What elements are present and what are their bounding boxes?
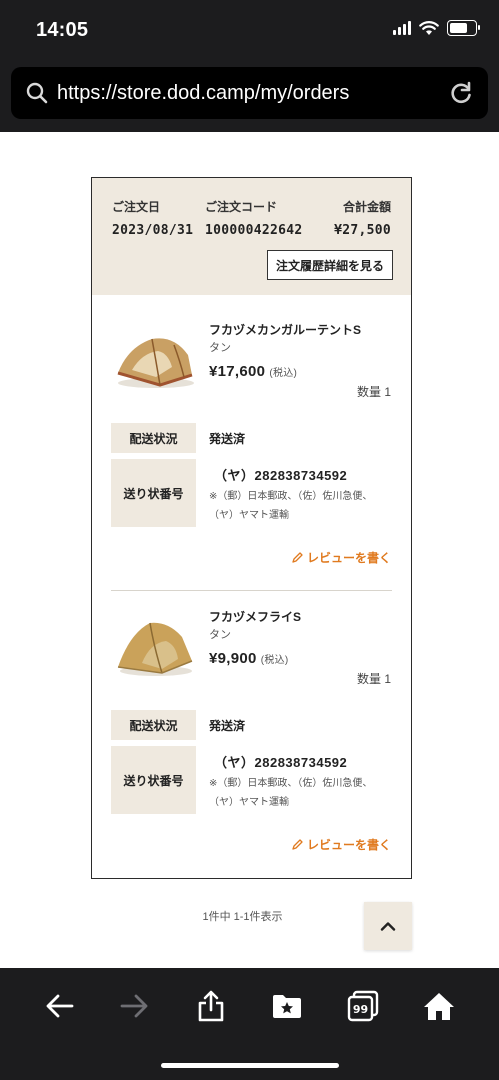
product-price: ¥17,600 (税込) [209,363,297,380]
product-image-fly[interactable] [112,613,198,683]
write-review-link[interactable]: レビューを書く [292,549,391,566]
carrier-note: ※（郵）日本郵政、（佐）佐川急便、（ヤ）ヤマト運輸 [209,491,373,521]
home-button[interactable] [421,988,457,1024]
product-quantity: 数量 1 [356,385,391,399]
order-total-value: ¥27,500 [334,223,391,238]
home-indicator [161,1063,339,1068]
address-bar[interactable]: https://store.dod.camp/my/orders [11,67,488,119]
order-date-label: ご注文日 [112,200,161,214]
pencil-icon [292,552,303,563]
order-code-value: 100000422642 [205,223,303,238]
url-text[interactable]: https://store.dod.camp/my/orders [57,82,448,105]
wifi-icon [419,20,439,35]
product-name[interactable]: フカヅメカンガルーテントS [209,321,361,338]
order-card: ご注文日 2023/08/31 ご注文コード 100000422642 合計金額… [91,177,412,879]
forward-button[interactable] [117,988,153,1024]
tracking-number: （ヤ）282838734592 [214,755,348,770]
browser-toolbar: 99 [0,968,499,1080]
tracking-number-label: 送り状番号 [111,459,196,527]
share-icon [198,990,224,1022]
product-color: タン [209,629,231,641]
write-review-label: レビューを書く [306,551,391,565]
product-quantity: 数量 1 [356,672,391,686]
tax-label: (税込) [260,655,289,666]
order-code-label: ご注文コード [205,200,278,214]
back-icon [46,994,74,1018]
carrier-note: ※（郵）日本郵政、（佐）佐川急便、（ヤ）ヤマト運輸 [209,778,373,808]
status-time: 14:05 [36,19,89,41]
order-item: フカヅメフライS タン ¥9,900 (税込) 数量 1 配送状況 発送済 送り状… [92,591,411,878]
write-review-label: レビューを書く [306,838,391,852]
back-button[interactable] [41,988,77,1024]
order-header: ご注文日 2023/08/31 ご注文コード 100000422642 合計金額… [92,178,411,295]
signal-icon [393,21,411,35]
shipping-status-value: 発送済 [209,719,246,733]
write-review-link[interactable]: レビューを書く [292,836,391,853]
svg-text:99: 99 [353,1003,368,1016]
status-icons [393,20,480,36]
tabs-icon: 99 [347,990,379,1022]
order-total-label: 合計金額 [342,200,391,214]
shipping-status-label: 配送状況 [111,710,196,740]
pencil-icon [292,839,303,850]
tax-label: (税込) [269,368,298,379]
bookmarks-icon [273,995,301,1018]
scroll-to-top-button[interactable] [364,902,412,950]
shipping-status-value: 発送済 [209,432,246,446]
status-bar: 14:05 [0,0,499,62]
share-button[interactable] [193,988,229,1024]
tracking-number: （ヤ）282838734592 [214,468,348,483]
order-date: ご注文日 2023/08/31 [112,198,193,238]
forward-icon [120,994,148,1018]
browser-address-area: https://store.dod.camp/my/orders [0,62,499,132]
order-date-value: 2023/08/31 [112,223,194,238]
home-icon [424,993,454,1020]
order-code: ご注文コード 100000422642 [205,198,303,238]
bookmarks-button[interactable] [269,988,305,1024]
product-color: タン [209,342,231,354]
pagination-text: 1件中 1-1件表示 [202,911,283,923]
price-value: ¥9,900 [209,650,257,667]
order-total: 合計金額 ¥27,500 [334,198,391,238]
product-image-tent[interactable] [112,325,198,395]
chevron-up-icon [380,922,396,931]
product-price: ¥9,900 (税込) [209,650,289,667]
reload-icon[interactable] [448,80,474,106]
tracking-number-label: 送り状番号 [111,746,196,814]
order-item: フカヅメカンガルーテントS タン ¥17,600 (税込) 数量 1 配送状況 発… [92,295,411,591]
search-icon [26,82,48,104]
tabs-button[interactable]: 99 [345,988,381,1024]
price-value: ¥17,600 [209,363,266,380]
shipping-status-label: 配送状況 [111,423,196,453]
battery-icon [447,20,480,36]
product-name[interactable]: フカヅメフライS [209,608,301,625]
order-detail-button[interactable]: 注文履歴詳細を見る [267,250,393,280]
